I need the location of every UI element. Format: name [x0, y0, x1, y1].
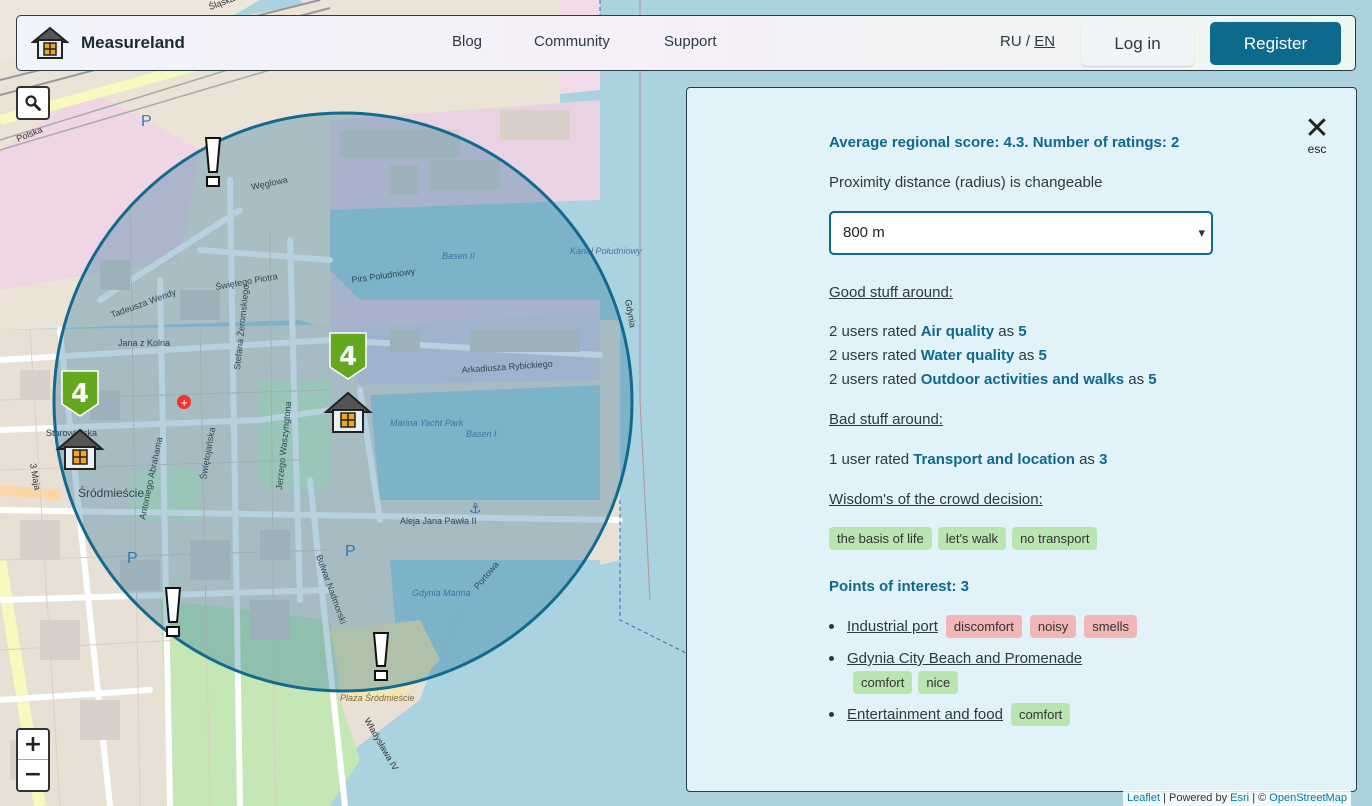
poi-link[interactable]: Entertainment and food [847, 706, 1003, 723]
nav-blog[interactable]: Blog [452, 33, 482, 50]
poi-tag: comfort [853, 671, 913, 694]
poi-tag: smells [1084, 615, 1138, 638]
leaflet-link[interactable]: Leaflet [1127, 792, 1160, 804]
poi-item: Entertainment and food comfort [829, 703, 1071, 726]
poi-item: Gdynia City Beach and Promenade [829, 650, 1082, 667]
rating-item: 2 users rated Outdoor activities and wal… [829, 371, 1157, 388]
zoom-control: + − [16, 728, 50, 792]
osm-link[interactable]: OpenStreetMap [1269, 792, 1347, 804]
close-icon: ✕ [1304, 111, 1330, 146]
average-score: Average regional score: 4.3. Number of r… [829, 134, 1180, 151]
poi-tag: comfort [1010, 703, 1071, 726]
wisdom-tag: let's walk [937, 527, 1007, 550]
poi-link[interactable]: Gdynia City Beach and Promenade [847, 650, 1082, 667]
zoom-in-button[interactable]: + [18, 730, 48, 760]
poi-item: Industrial port discomfort noisy smells [829, 615, 1138, 638]
good-stuff-heading: Good stuff around: [829, 284, 953, 301]
close-button[interactable]: ✕ esc [1297, 108, 1337, 160]
poi-tag: discomfort [945, 615, 1022, 638]
close-esc-label: esc [1307, 142, 1327, 156]
poi-heading: Points of interest: 3 [829, 578, 970, 595]
bullet [829, 712, 834, 717]
lang-ru[interactable]: RU [1000, 33, 1022, 50]
poi-tag: noisy [1029, 615, 1077, 638]
bullet [829, 624, 834, 629]
lang-separator: / [1025, 33, 1031, 50]
map-label-plaza: Plaża Śródmieście [340, 692, 415, 703]
map-search-button[interactable] [16, 86, 50, 120]
poi-link[interactable]: Industrial port [847, 618, 938, 635]
parking-icon: P [141, 113, 152, 130]
zoom-out-button[interactable]: − [18, 760, 48, 790]
wisdom-tags: the basis of life let's walk no transpor… [829, 527, 1098, 550]
bullet [829, 656, 834, 661]
language-switch: RU / EN [1000, 33, 1055, 50]
nav-support[interactable]: Support [664, 33, 717, 50]
anchor-icon: ⚓ [469, 501, 482, 517]
warning-marker-icon[interactable] [372, 632, 390, 681]
rating-item: 2 users rated Air quality as 5 [829, 323, 1027, 340]
brand-name: Measureland [81, 33, 185, 52]
nav-community[interactable]: Community [534, 33, 610, 50]
radius-select[interactable]: 800 m ▾ [829, 211, 1213, 255]
wisdom-tag: no transport [1012, 527, 1098, 550]
rating-item: 2 users rated Water quality as 5 [829, 347, 1047, 364]
info-panel: ✕ esc Average regional score: 4.3. Numbe… [686, 87, 1357, 792]
poi-tag: nice [918, 671, 959, 694]
search-icon [25, 95, 41, 111]
map-label-gdynia: Gdynia [623, 299, 638, 329]
map-attribution: Leaflet | Powered by Esri | © OpenStreet… [1123, 790, 1351, 806]
bad-stuff-heading: Bad stuff around: [829, 411, 943, 428]
score-marker-value: 4 [71, 379, 89, 409]
score-marker-value: 4 [339, 342, 357, 372]
register-button[interactable]: Register [1210, 22, 1341, 65]
proximity-label: Proximity distance (radius) is changeabl… [829, 174, 1103, 191]
brand[interactable]: Measureland [31, 26, 185, 60]
login-button[interactable]: Log in [1081, 22, 1194, 66]
poi-tags: comfort nice [853, 671, 959, 694]
top-navbar: Measureland Blog Community Support RU / … [16, 15, 1356, 71]
wisdom-tag: the basis of life [829, 527, 932, 550]
warning-marker-icon[interactable] [164, 587, 182, 637]
radius-select-value: 800 m [843, 224, 885, 241]
lang-en[interactable]: EN [1034, 33, 1055, 50]
chevron-down-icon: ▾ [1198, 225, 1205, 240]
rating-item: 1 user rated Transport and location as 3 [829, 451, 1108, 468]
wisdom-heading: Wisdom's of the crowd decision: [829, 491, 1043, 508]
svg-text:+: + [180, 398, 188, 409]
warning-marker-icon[interactable] [204, 137, 222, 187]
logo-icon [31, 26, 69, 59]
esri-link[interactable]: Esri [1230, 792, 1249, 804]
